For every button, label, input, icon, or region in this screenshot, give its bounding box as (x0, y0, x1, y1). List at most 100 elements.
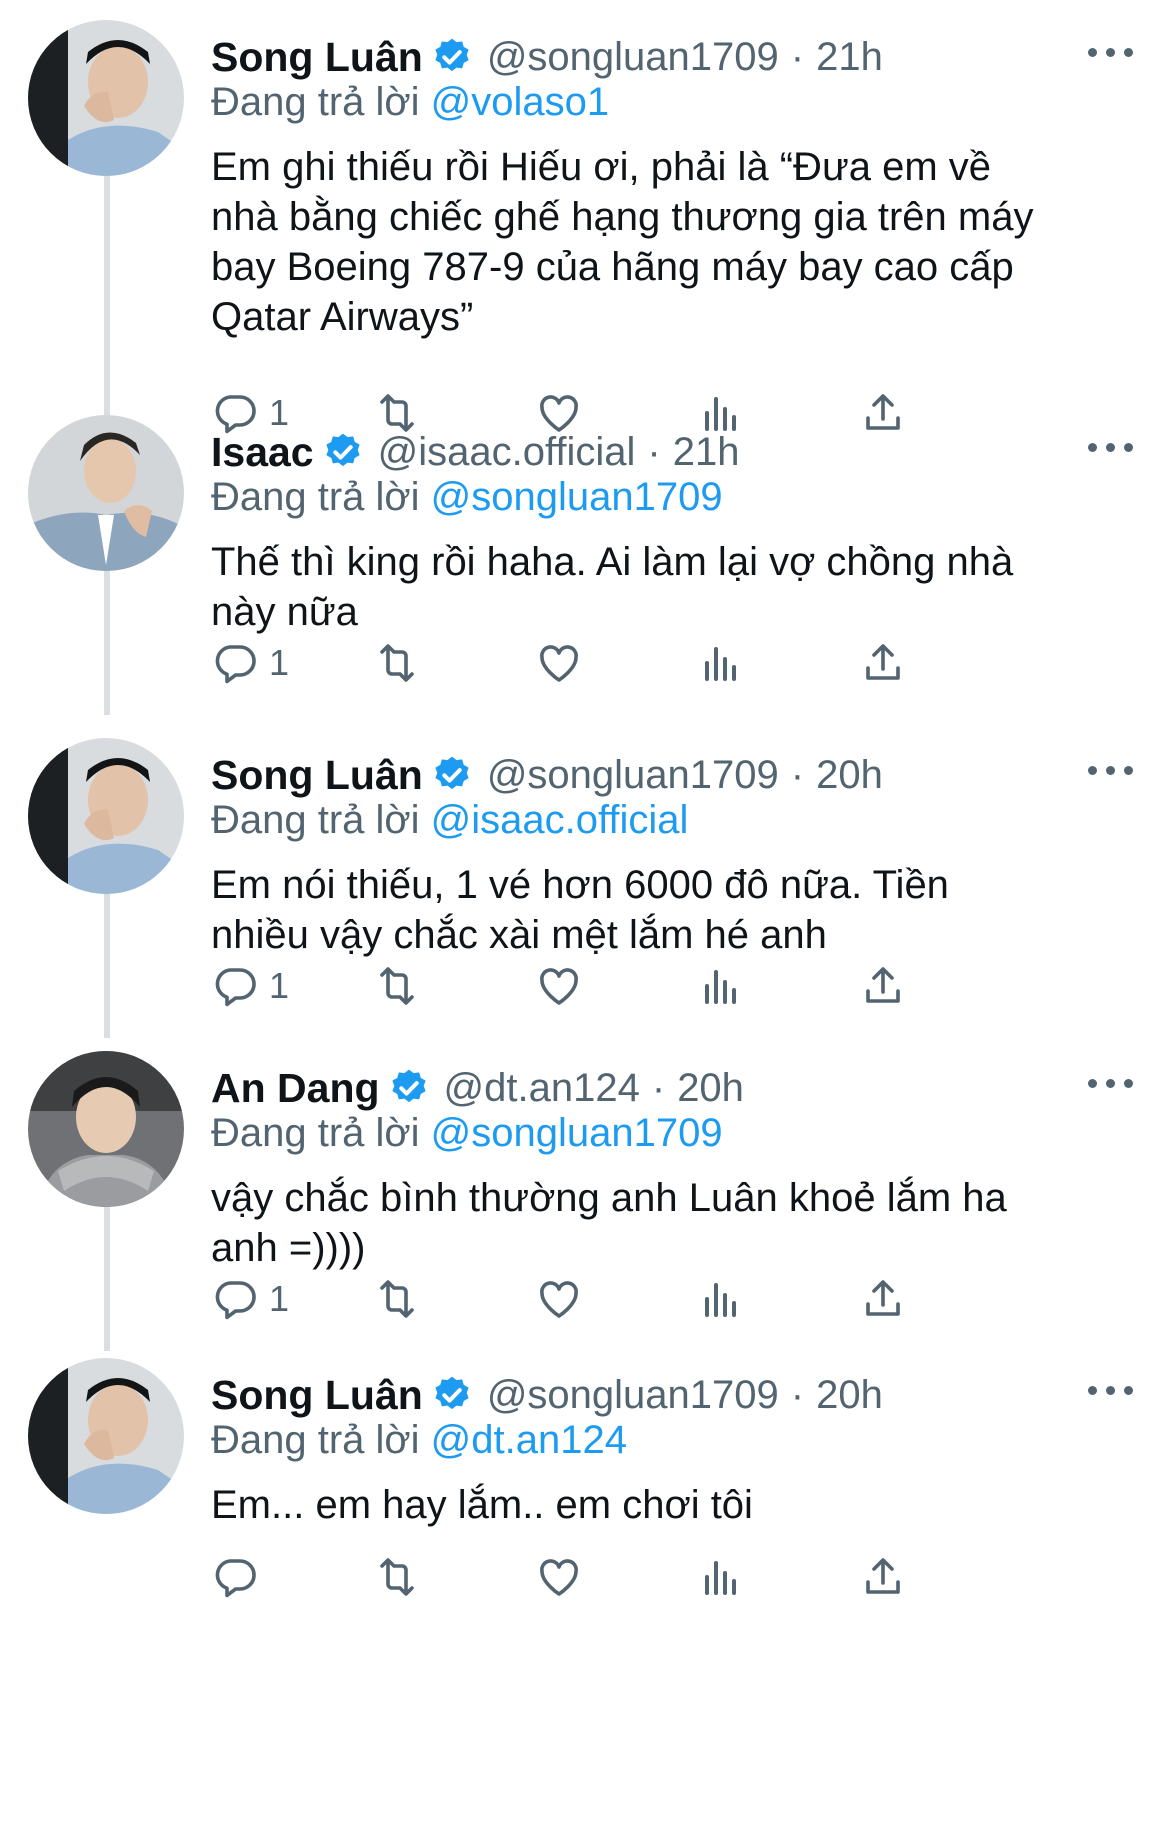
tweet-header: An Dang @dt.an124 · 20h (211, 1061, 744, 1115)
tweet-text-line: Em ghi thiếu rồi Hiếu ơi, phải là “Đưa e… (211, 145, 991, 189)
tweet[interactable]: Isaac @isaac.official · 21h Đang trả lời… (0, 395, 1170, 715)
avatar-image (28, 738, 184, 894)
display-name[interactable]: An Dang (211, 1065, 380, 1112)
more-dots-icon[interactable] (1080, 435, 1140, 459)
replying-to: Đang trả lời @songluan1709 (211, 1111, 723, 1156)
retweet-button[interactable] (373, 638, 421, 688)
more-dots-icon[interactable] (1080, 40, 1140, 64)
share-button[interactable] (859, 1552, 907, 1602)
mention-link[interactable]: @dt.an124 (431, 1418, 627, 1462)
avatar-isaac[interactable] (28, 415, 184, 571)
replying-to-label: Đang trả lời (211, 80, 420, 124)
more-dots-icon[interactable] (1080, 758, 1140, 782)
analytics-button[interactable] (697, 1552, 745, 1602)
user-handle[interactable]: @songluan1709 (487, 35, 779, 80)
share-button[interactable] (859, 961, 907, 1011)
avatar-an-dang[interactable] (28, 1051, 184, 1207)
replying-to: Đang trả lời @volaso1 (211, 80, 609, 125)
user-handle[interactable]: @dt.an124 (444, 1066, 640, 1111)
tweet[interactable]: An Dang @dt.an124 · 20h Đang trả lời @so… (0, 1031, 1170, 1351)
tweet-text-line: vậy chắc bình thường anh Luân khoẻ lắm h… (211, 1176, 1007, 1220)
replying-to-label: Đang trả lời (211, 475, 420, 519)
verified-badge-icon (431, 36, 473, 78)
verified-badge-icon (431, 754, 473, 796)
tweet-text-line: bay Boeing 787-9 của hãng máy bay cao cấ… (211, 245, 1014, 289)
more-dots-icon[interactable] (1080, 1071, 1140, 1095)
tweet[interactable]: Song Luân @songluan1709 · 20h Đang trả l… (0, 1338, 1170, 1846)
share-icon (866, 1280, 900, 1316)
display-name[interactable]: Song Luân (211, 752, 423, 799)
reply-button[interactable]: 1 (211, 961, 289, 1011)
reply-icon (215, 1559, 256, 1598)
tweet[interactable]: Song Luân @songluan1709 · 21h Đang trả l… (0, 0, 1170, 434)
share-button[interactable] (859, 638, 907, 688)
analytics-button[interactable] (697, 961, 745, 1011)
reply-icon (215, 645, 256, 684)
analytics-button[interactable] (697, 638, 745, 688)
tweet-text: vậy chắc bình thường anh Luân khoẻ lắm h… (211, 1173, 1131, 1273)
heart-icon (540, 645, 578, 682)
retweet-button[interactable] (373, 1552, 421, 1602)
like-button[interactable] (535, 961, 583, 1011)
more-dots-icon[interactable] (1080, 1378, 1140, 1402)
tweet-text-line: nhiều vậy chắc xài mệt lắm hé anh (211, 913, 827, 957)
separator: · (790, 752, 805, 797)
reply-button[interactable]: 1 (211, 638, 289, 688)
avatar-image (28, 1358, 184, 1514)
replying-to: Đang trả lời @songluan1709 (211, 475, 723, 520)
tweet-text-line: Em nói thiếu, 1 vé hơn 6000 đô nữa. Tiền (211, 863, 949, 907)
analytics-button[interactable] (697, 1274, 745, 1324)
reply-count: 1 (269, 965, 290, 1006)
reply-button[interactable] (211, 1552, 269, 1602)
share-icon (866, 1558, 900, 1594)
reply-count: 1 (269, 642, 290, 683)
tweet-text: Em... em hay lắm.. em chơi tôi (211, 1480, 1131, 1530)
timestamp[interactable]: 20h (816, 1373, 883, 1418)
display-name[interactable]: Song Luân (211, 34, 423, 81)
action-bar (211, 1552, 1151, 1602)
mention-link[interactable]: @songluan1709 (431, 475, 723, 519)
tweet-text-line: Qatar Airways” (211, 295, 474, 339)
display-name[interactable]: Isaac (211, 429, 314, 476)
timestamp[interactable]: 21h (673, 430, 740, 475)
tweet-text: Thế thì king rồi haha. Ai làm lại vợ chồ… (211, 537, 1131, 637)
timestamp[interactable]: 21h (816, 35, 883, 80)
timestamp[interactable]: 20h (816, 753, 883, 798)
like-button[interactable] (535, 1552, 583, 1602)
like-button[interactable] (535, 1274, 583, 1324)
heart-icon (540, 1281, 578, 1318)
share-button[interactable] (859, 1274, 907, 1324)
retweet-button[interactable] (373, 1274, 421, 1324)
reply-button[interactable]: 1 (211, 1274, 289, 1324)
user-handle[interactable]: @songluan1709 (487, 1373, 779, 1418)
thread-line (104, 894, 110, 1038)
heart-icon (540, 1559, 578, 1596)
reply-icon (215, 968, 256, 1007)
mention-link[interactable]: @volaso1 (431, 80, 609, 124)
timestamp[interactable]: 20h (677, 1066, 744, 1111)
heart-icon (540, 968, 578, 1005)
tweet-text-line: này nữa (211, 590, 358, 634)
thread-line (104, 1207, 110, 1351)
retweet-icon (380, 644, 414, 682)
display-name[interactable]: Song Luân (211, 1372, 423, 1419)
user-handle[interactable]: @isaac.official (378, 430, 636, 475)
tweet-header: Isaac @isaac.official · 21h (211, 425, 739, 479)
avatar-song-luan[interactable] (28, 738, 184, 894)
avatar-song-luan[interactable] (28, 20, 184, 176)
separator: · (790, 34, 805, 79)
like-button[interactable] (535, 638, 583, 688)
user-handle[interactable]: @songluan1709 (487, 753, 779, 798)
mention-link[interactable]: @songluan1709 (431, 1111, 723, 1155)
share-icon (866, 644, 900, 680)
analytics-icon (705, 1283, 736, 1317)
separator: · (647, 429, 661, 474)
mention-link[interactable]: @isaac.official (431, 798, 689, 842)
thread-line (104, 176, 110, 420)
action-bar: 1 (211, 961, 1151, 1011)
tweet[interactable]: Song Luân @songluan1709 · 20h Đang trả l… (0, 718, 1170, 1038)
retweet-icon (380, 967, 414, 1005)
retweet-button[interactable] (373, 961, 421, 1011)
retweet-icon (380, 1280, 414, 1318)
avatar-song-luan[interactable] (28, 1358, 184, 1514)
